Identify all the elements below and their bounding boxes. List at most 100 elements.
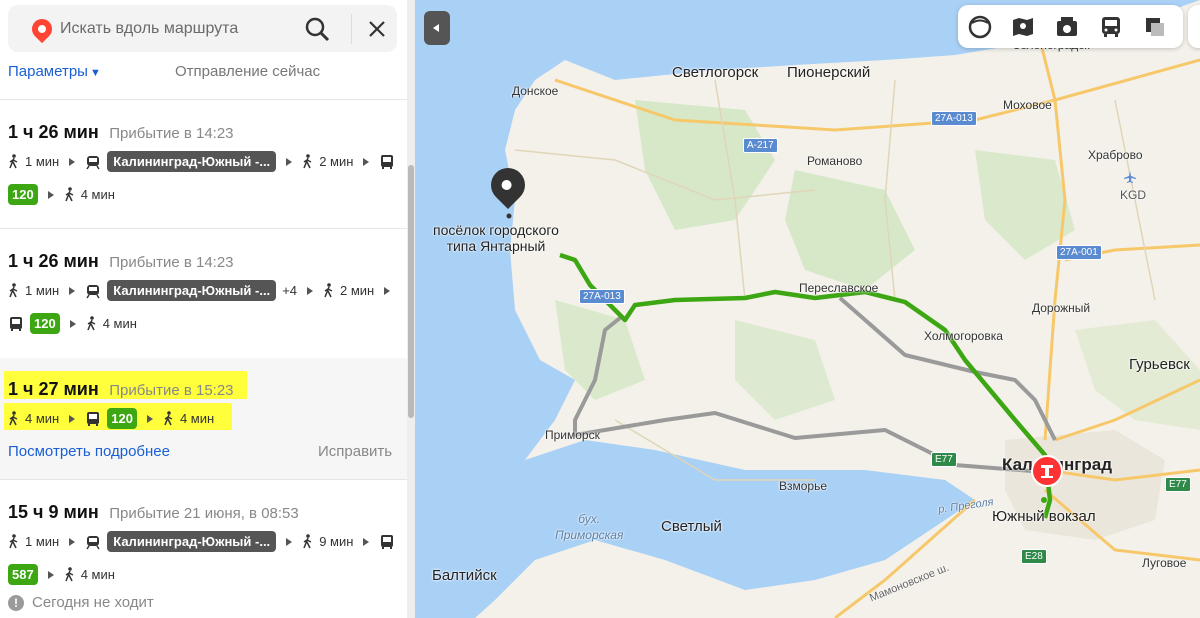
place-label: Приморск <box>545 428 600 442</box>
airport-icon <box>1124 171 1136 183</box>
place-label: Луговое <box>1142 556 1187 570</box>
place-label: Светлый <box>661 518 722 535</box>
divider <box>0 228 407 229</box>
arrow-icon <box>69 157 76 166</box>
arrow-icon <box>363 537 370 546</box>
divider <box>0 99 407 100</box>
walk-icon <box>9 283 18 298</box>
route-duration: 1 ч 26 мин <box>8 251 99 271</box>
bus-route-badge: 587 <box>8 564 38 585</box>
arrow-icon <box>69 414 76 423</box>
walk-time: 2 мин <box>319 154 354 169</box>
train-route-badge: Калининград-Южный -... <box>107 280 277 301</box>
route-notice-text: Сегодня не ходит <box>32 594 154 611</box>
collapse-panel-button[interactable] <box>424 11 450 45</box>
place-label: Дорожный <box>1032 301 1091 315</box>
road-shield: 27А-013 <box>579 289 625 304</box>
walk-time: 2 мин <box>340 283 375 298</box>
place-label: Балтийск <box>432 567 497 584</box>
train-route-badge: Калининград-Южный -... <box>107 531 277 552</box>
train-icon <box>86 535 100 549</box>
search-input[interactable] <box>60 17 290 41</box>
panel-scrollbar-thumb[interactable] <box>408 165 414 418</box>
extra-routes-count: +4 <box>282 283 298 298</box>
walk-icon <box>87 316 96 331</box>
route-details-link[interactable]: Посмотреть подробнее <box>8 443 170 460</box>
walk-icon <box>303 534 312 549</box>
bus-route-badge: 120 <box>8 184 38 205</box>
train-icon <box>86 284 100 298</box>
search-icon[interactable] <box>303 15 331 43</box>
walk-icon <box>303 154 312 169</box>
arrow-icon <box>286 537 293 546</box>
overlay-icon[interactable] <box>1142 14 1168 40</box>
fix-route-link[interactable]: Исправить <box>318 443 392 460</box>
arrow-icon <box>69 319 76 328</box>
place-label: Пионерский <box>787 64 871 81</box>
route-arrival: Прибытие в 14:23 <box>109 254 234 271</box>
camera-icon[interactable] <box>1054 14 1080 40</box>
map-panorama-icon[interactable] <box>1010 14 1036 40</box>
place-label: Моховое <box>1003 98 1052 112</box>
arrow-icon <box>307 286 314 295</box>
end-place-label: Южный вокзал <box>992 508 1096 525</box>
place-label: Романово <box>807 154 863 168</box>
bus-icon <box>10 316 22 331</box>
route-duration: 15 ч 9 мин <box>8 502 99 522</box>
close-icon[interactable] <box>365 17 389 41</box>
route-duration: 1 ч 26 мин <box>8 122 99 142</box>
place-label: Гурьевск <box>1129 356 1190 373</box>
road-shield: А-217 <box>743 138 778 153</box>
walk-icon <box>164 411 173 426</box>
params-dropdown[interactable]: Параметры ▼ <box>8 63 101 80</box>
layers-icon[interactable] <box>967 14 993 40</box>
walk-time: 4 мин <box>102 316 137 331</box>
walk-time: 1 мин <box>25 283 60 298</box>
start-place-label: посёлок городского типа Янтарный <box>433 222 559 254</box>
bus-route-badge: 120 <box>107 408 137 429</box>
route-duration: 1 ч 27 мин <box>8 379 99 399</box>
map-toolbar-extra[interactable] <box>1188 5 1200 48</box>
airport-label: KGD <box>1120 188 1147 202</box>
divider <box>351 14 352 44</box>
place-label: Переславское <box>799 281 879 295</box>
walk-time: 1 мин <box>25 154 60 169</box>
walk-time: 1 мин <box>25 534 60 549</box>
walk-time: 4 мин <box>25 411 60 426</box>
arrow-icon <box>363 157 370 166</box>
walk-time: 4 мин <box>80 187 115 202</box>
search-bar <box>8 5 397 52</box>
road-shield: 27А-013 <box>931 111 977 126</box>
map-toolbar <box>958 5 1183 48</box>
chevron-down-icon: ▼ <box>89 67 101 79</box>
location-pin-icon <box>27 14 57 44</box>
departure-time[interactable]: Отправление сейчас <box>175 63 320 80</box>
train-route-badge: Калининград-Южный -... <box>107 151 277 172</box>
arrow-icon <box>286 157 293 166</box>
arrow-icon <box>146 414 153 423</box>
map-canvas[interactable]: Зеленоградск Светлогорск Пионерский Донс… <box>415 0 1200 618</box>
end-pin-icon[interactable] <box>1031 455 1063 487</box>
walk-icon <box>324 283 333 298</box>
water-label: бух. Приморская <box>555 512 624 542</box>
train-icon <box>86 155 100 169</box>
walk-time: 9 мин <box>319 534 354 549</box>
walk-icon <box>65 187 74 202</box>
arrow-icon <box>47 190 54 199</box>
route-notice: ! Сегодня не ходит <box>8 594 154 611</box>
transit-icon[interactable] <box>1098 14 1124 40</box>
route-arrival: Прибытие в 14:23 <box>109 125 234 142</box>
walk-icon <box>9 534 18 549</box>
arrow-icon <box>47 570 54 579</box>
divider <box>0 479 407 480</box>
params-label: Параметры <box>8 63 88 80</box>
walk-icon <box>65 567 74 582</box>
place-label: Храброво <box>1088 148 1143 162</box>
route-panel: Параметры▼ Отправление сейчас 1 ч 26 мин… <box>0 0 407 618</box>
arrow-icon <box>384 286 391 295</box>
place-label: Светлогорск <box>672 64 759 81</box>
arrow-icon <box>69 286 76 295</box>
road-shield: E28 <box>1021 549 1047 564</box>
train-station-icon <box>1041 465 1053 478</box>
road-shield: E77 <box>931 452 957 467</box>
